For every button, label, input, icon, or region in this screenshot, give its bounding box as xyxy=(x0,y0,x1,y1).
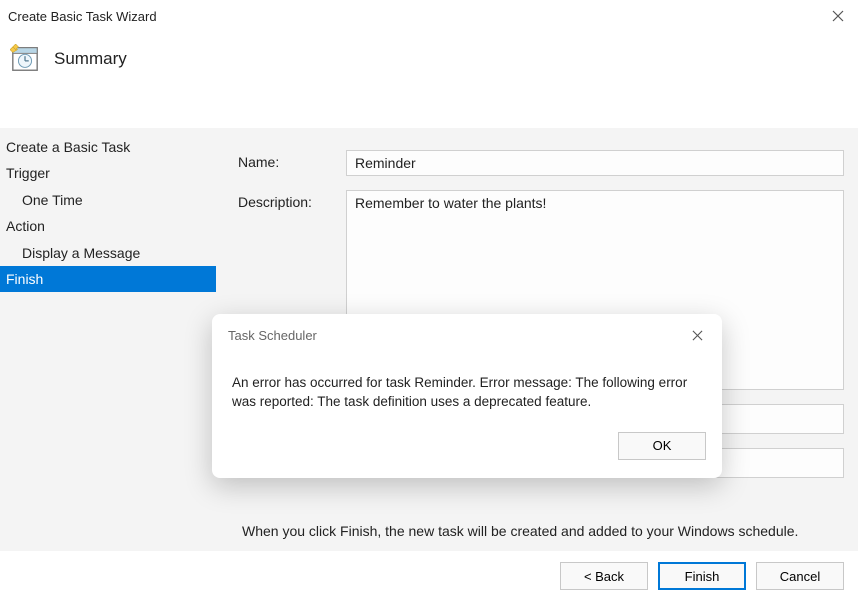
close-icon[interactable] xyxy=(828,6,848,26)
dialog-title: Task Scheduler xyxy=(228,328,317,343)
window-titlebar: Create Basic Task Wizard xyxy=(0,0,858,30)
back-button[interactable]: < Back xyxy=(560,562,648,590)
step-action[interactable]: Action xyxy=(0,213,216,239)
finish-hint: When you click Finish, the new task will… xyxy=(238,523,844,539)
wizard-footer: < Back Finish Cancel xyxy=(0,551,858,601)
step-finish[interactable]: Finish xyxy=(0,266,216,292)
window-title: Create Basic Task Wizard xyxy=(8,9,157,24)
error-dialog: Task Scheduler An error has occurred for… xyxy=(212,314,722,478)
step-create-basic-task[interactable]: Create a Basic Task xyxy=(0,134,216,160)
description-label: Description: xyxy=(238,190,326,210)
cancel-button[interactable]: Cancel xyxy=(756,562,844,590)
dialog-message: An error has occurred for task Reminder.… xyxy=(212,350,722,422)
name-input[interactable] xyxy=(346,150,844,176)
step-trigger[interactable]: Trigger xyxy=(0,160,216,186)
wizard-icon xyxy=(10,44,40,74)
name-label: Name: xyxy=(238,150,326,170)
finish-button[interactable]: Finish xyxy=(658,562,746,590)
wizard-steps: Create a Basic Task Trigger One Time Act… xyxy=(0,128,216,551)
step-one-time[interactable]: One Time xyxy=(0,187,216,213)
step-display-message[interactable]: Display a Message xyxy=(0,240,216,266)
ok-button[interactable]: OK xyxy=(618,432,706,460)
page-title: Summary xyxy=(54,49,127,69)
wizard-header: Summary xyxy=(0,30,858,92)
dialog-close-icon[interactable] xyxy=(688,326,706,344)
